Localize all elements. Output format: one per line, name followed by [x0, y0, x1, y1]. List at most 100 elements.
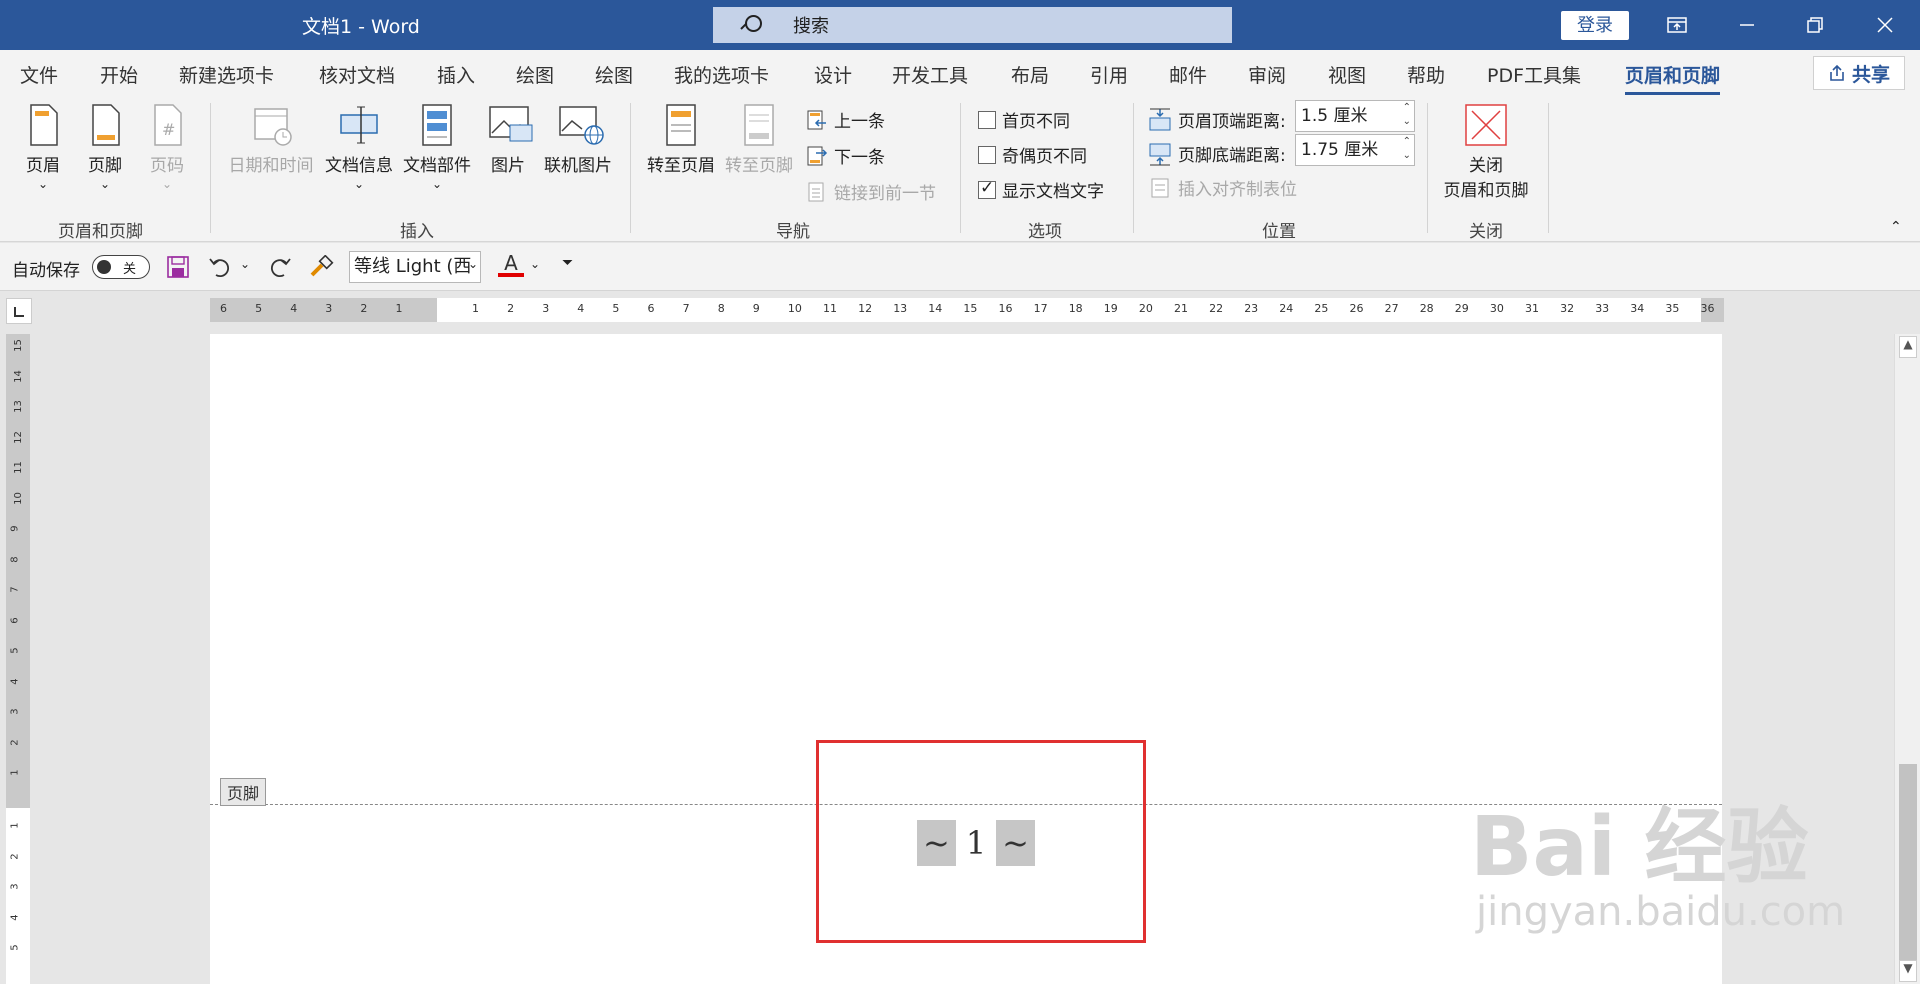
ribbon-display-icon[interactable]	[1648, 0, 1706, 50]
tab-selector-icon[interactable]	[6, 298, 32, 324]
ruler-tick-label: 9	[9, 525, 21, 532]
doc-parts-label: 文档部件	[403, 156, 471, 176]
goto-header-button[interactable]: 转至页眉	[644, 103, 718, 176]
tab-review[interactable]: 审阅	[1248, 61, 1286, 88]
page-number-icon: #	[147, 103, 187, 147]
tab-my-tab[interactable]: 我的选项卡	[674, 61, 769, 88]
search-box[interactable]: 搜索	[713, 7, 1232, 43]
login-button[interactable]: 登录	[1561, 11, 1629, 40]
show-document-text-checkbox[interactable]: 显示文档文字	[978, 177, 1104, 202]
goto-footer-icon	[739, 103, 779, 147]
collapse-ribbon-icon[interactable]: ⌃	[1890, 219, 1902, 235]
tab-references[interactable]: 引用	[1090, 61, 1128, 88]
tab-insert[interactable]: 插入	[437, 61, 475, 88]
ruler-tick-label: 5	[9, 944, 21, 951]
date-time-button[interactable]: 日期和时间	[224, 103, 318, 176]
ruler-tick-label: 2	[9, 852, 21, 860]
goto-header-label: 转至页眉	[647, 156, 715, 176]
scroll-down-icon[interactable]: ▼	[1899, 960, 1917, 982]
picture-button[interactable]: 图片	[482, 103, 534, 176]
previous-label: 上一条	[834, 112, 885, 132]
footer-bottom-distance: 页脚底端距离:	[1148, 141, 1286, 166]
link-to-previous-button[interactable]: 链接到前一节	[806, 179, 936, 204]
tab-developer[interactable]: 开发工具	[892, 61, 968, 88]
vertical-scrollbar[interactable]: ▲ ▼	[1894, 334, 1920, 984]
tab-home[interactable]: 开始	[100, 61, 138, 88]
header-button[interactable]: 页眉 ⌄	[18, 103, 68, 191]
tab-header-footer[interactable]: 页眉和页脚	[1625, 61, 1721, 95]
undo-dropdown-icon[interactable]: ⌄	[240, 257, 250, 271]
header-top-spinner[interactable]: 1.5 厘米 ⌃ ⌄	[1295, 100, 1415, 132]
ruler-tick-label: 14	[12, 369, 24, 383]
ruler-tick-label: 11	[12, 461, 24, 474]
different-odd-even-checkbox[interactable]: 奇偶页不同	[978, 142, 1087, 167]
footer-bottom-label: 页脚底端距离:	[1178, 146, 1286, 166]
close-header-footer-button[interactable]: 关闭 页眉和页脚	[1430, 103, 1542, 201]
footer-button[interactable]: 页脚 ⌄	[80, 103, 130, 191]
ruler-tick-label: 5	[612, 302, 620, 315]
next-icon	[807, 146, 828, 165]
header-label: 页眉	[26, 156, 60, 176]
ruler-tick-label: 5	[255, 302, 263, 315]
font-name-value: 等线 Light (西	[354, 256, 472, 277]
footer-icon	[85, 103, 125, 147]
minimize-icon[interactable]	[1718, 0, 1776, 50]
save-icon[interactable]	[166, 255, 190, 283]
share-button[interactable]: 共享	[1813, 56, 1905, 90]
vertical-ruler[interactable]: 15 14 13 12 11 10 9 8 7 6 5 4 3 2 1 1 2 3 4 5	[6, 334, 30, 984]
ruler-tick-label: 28	[1419, 302, 1434, 315]
different-first-page-label: 首页不同	[1002, 112, 1070, 132]
tab-proofing[interactable]: 核对文档	[319, 61, 395, 88]
group-label-position: 位置	[1262, 222, 1296, 242]
previous-button[interactable]: 上一条	[806, 107, 885, 132]
scrollbar-thumb[interactable]	[1899, 764, 1917, 974]
spinner-arrows-icon[interactable]: ⌃ ⌄	[1403, 101, 1411, 129]
font-color-icon[interactable]: A	[498, 251, 524, 277]
doc-info-button[interactable]: 文档信息 ⌄	[320, 103, 398, 191]
redo-icon[interactable]	[266, 255, 292, 283]
footer-bottom-value: 1.75 厘米	[1301, 140, 1379, 160]
spinner-arrows-icon[interactable]: ⌃ ⌄	[1403, 135, 1411, 163]
checkbox-icon	[978, 110, 996, 129]
close-window-icon[interactable]	[1856, 0, 1914, 50]
tab-new-tab[interactable]: 新建选项卡	[179, 61, 274, 88]
next-button[interactable]: 下一条	[806, 143, 885, 168]
tab-pdf-tools[interactable]: PDF工具集	[1487, 61, 1581, 88]
tab-draw-1[interactable]: 绘图	[516, 61, 554, 88]
font-name-select[interactable]: 等线 Light (西	[349, 251, 481, 283]
ruler-tick-label: 6	[220, 302, 227, 315]
tab-help[interactable]: 帮助	[1407, 61, 1445, 88]
font-color-dropdown-icon[interactable]: ⌄	[530, 257, 540, 271]
chevron-down-icon: ⌄	[431, 177, 443, 191]
footer-bottom-spinner[interactable]: 1.75 厘米 ⌃ ⌄	[1295, 134, 1415, 166]
group-separator	[630, 103, 631, 233]
online-picture-button[interactable]: 联机图片	[540, 103, 616, 176]
tab-layout[interactable]: 布局	[1011, 61, 1049, 88]
tab-mailings[interactable]: 邮件	[1169, 61, 1207, 88]
format-painter-icon[interactable]	[308, 254, 334, 283]
tab-design[interactable]: 设计	[814, 61, 852, 88]
ruler-tick-label: 22	[1209, 302, 1224, 315]
ruler-tick-label: 13	[12, 400, 24, 413]
tab-file[interactable]: 文件	[20, 61, 58, 88]
doc-parts-button[interactable]: 文档部件 ⌄	[400, 103, 474, 191]
page-number-button[interactable]: # 页码 ⌄	[142, 103, 192, 191]
scroll-up-icon[interactable]: ▲	[1899, 336, 1917, 358]
chevron-down-icon: ⌄	[99, 177, 111, 191]
different-first-page-checkbox[interactable]: 首页不同	[978, 107, 1070, 132]
customize-toolbar-icon[interactable]: ⏷	[562, 255, 573, 271]
font-dropdown-icon[interactable]: ⌄	[468, 257, 478, 271]
goto-footer-button[interactable]: 转至页脚	[722, 103, 796, 176]
insert-alignment-tab-button[interactable]: 插入对齐制表位	[1150, 175, 1297, 200]
tab-view[interactable]: 视图	[1328, 61, 1366, 88]
horizontal-ruler[interactable]: 6 5 4 3 2 1 1 2 3 4 5 6 7 8 9 10 11 12 13 14 15 16 17 18 19 20 21 2…	[210, 298, 1724, 322]
autosave-toggle[interactable]: 关	[92, 255, 150, 279]
ruler-tick-label: 2	[507, 302, 515, 315]
previous-icon	[807, 110, 826, 129]
undo-icon[interactable]	[208, 255, 234, 283]
ruler-tick-label: 21	[1174, 302, 1188, 315]
watermark-logo: Bai 经验	[1470, 800, 1809, 895]
tab-draw-2[interactable]: 绘图	[595, 61, 633, 88]
ruler-tick-label: 9	[752, 302, 760, 315]
restore-icon[interactable]	[1786, 0, 1844, 50]
